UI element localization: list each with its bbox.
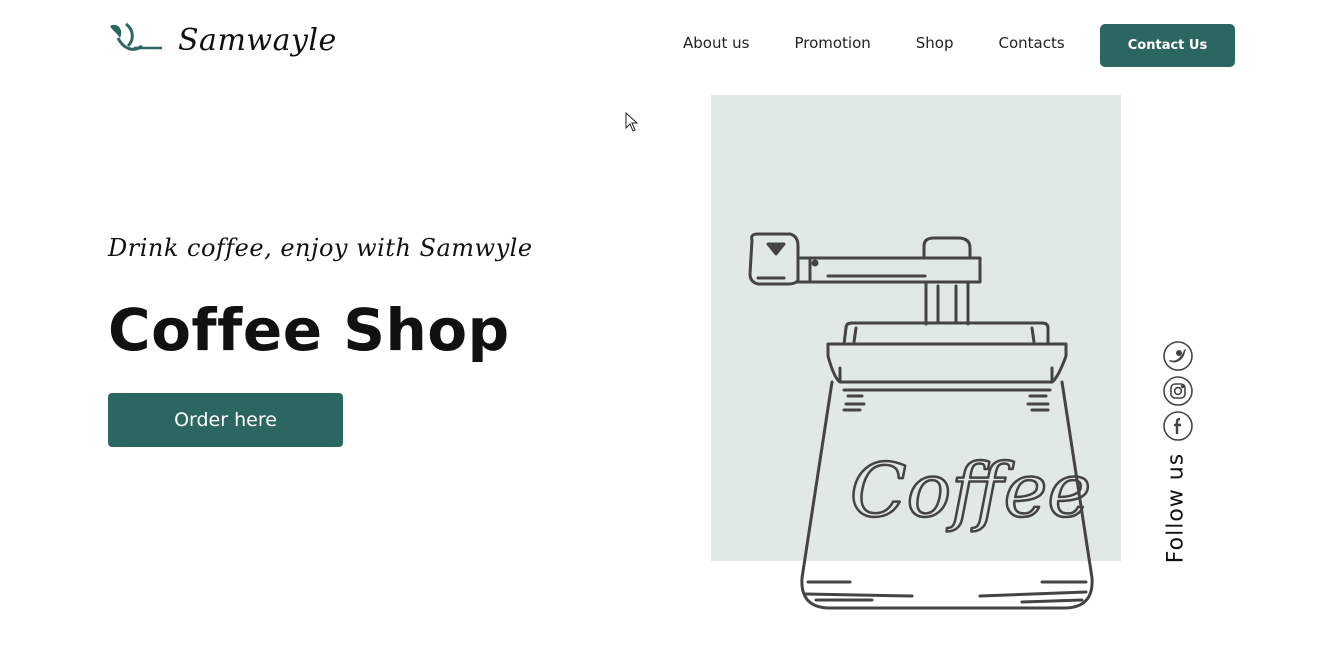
twitter-icon[interactable] [1162,340,1194,372]
brand-name: Samwayle [178,22,337,58]
illustration-coffee-text: Coffee [850,448,1091,534]
order-here-button[interactable]: Order here [108,393,343,447]
follow-us-label: Follow us [1160,448,1192,568]
social-links [1160,340,1196,445]
nav-item-shop[interactable]: Shop [916,34,954,52]
leaf-icon [110,22,162,51]
hero-title: Coffee Shop [108,296,510,364]
follow-us-text: Follow us [1163,452,1189,564]
nav-item-about-us[interactable]: About us [683,34,749,52]
main-nav: About us Promotion Shop Contacts [683,34,1065,52]
facebook-icon[interactable] [1162,410,1194,442]
coffee-grinder-icon: Coffee [748,232,1094,610]
instagram-icon[interactable] [1162,375,1194,407]
contact-us-button[interactable]: Contact Us [1100,24,1235,67]
brand-logo[interactable]: Samwayle [108,20,337,60]
nav-item-contacts[interactable]: Contacts [999,34,1065,52]
mouse-cursor-icon [625,112,639,132]
nav-item-promotion[interactable]: Promotion [794,34,870,52]
hero-tagline: Drink coffee, enjoy with Samwyle [108,234,533,262]
